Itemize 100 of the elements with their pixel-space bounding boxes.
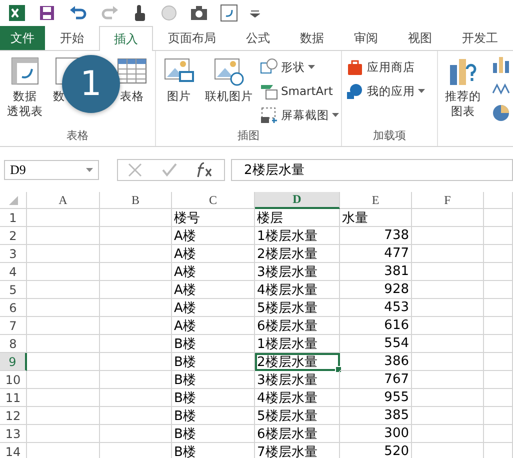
table-cell <box>412 425 484 443</box>
undo-icon <box>68 4 88 22</box>
table-cell <box>412 245 484 263</box>
table-cell: 2楼层水量 <box>255 245 340 263</box>
table-cell: 2楼层水量 <box>255 353 340 371</box>
row-header[interactable]: 13 <box>0 425 27 443</box>
row-header[interactable]: 4 <box>0 263 27 281</box>
table-cell: 3楼层水量 <box>255 263 340 281</box>
table-cell <box>484 425 513 443</box>
table-cell: 7楼层水量 <box>255 443 340 458</box>
column-header[interactable]: F <box>412 192 484 209</box>
table-cell <box>412 335 484 353</box>
table-cell: 300 <box>340 425 412 443</box>
table-cell: A楼 <box>172 245 255 263</box>
table-cell <box>484 389 513 407</box>
row-header[interactable]: 11 <box>0 389 27 407</box>
group-label: 插图 <box>238 128 260 144</box>
row-header[interactable]: 8 <box>0 335 27 353</box>
group-label: 加载项 <box>373 128 406 144</box>
table-cell <box>412 209 484 227</box>
ribbon-command[interactable]: 应用商店 <box>367 60 415 74</box>
row-header[interactable]: 10 <box>0 371 27 389</box>
group-label: 表格 <box>66 128 88 144</box>
table-cell: 4楼层水量 <box>255 281 340 299</box>
circle-icon <box>160 4 178 22</box>
table-cell <box>100 317 172 335</box>
ribbon-command[interactable]: 图片 <box>167 89 191 104</box>
ribbon-command[interactable]: 表格 <box>120 89 144 104</box>
table-cell <box>100 227 172 245</box>
table-cell: 520 <box>340 443 412 458</box>
table-cell: 楼层 <box>255 209 340 227</box>
ribbon-command[interactable]: 推荐的 图表 <box>445 89 481 119</box>
table-cell: 453 <box>340 299 412 317</box>
cancel-icon <box>127 162 143 178</box>
column-header[interactable]: C <box>172 192 255 209</box>
table-cell: 385 <box>340 407 412 425</box>
ribbon-command[interactable]: SmartArt <box>281 84 333 98</box>
camera-icon <box>190 4 208 22</box>
table-cell: 738 <box>340 227 412 245</box>
table-cell <box>484 227 513 245</box>
table-cell <box>484 209 513 227</box>
table-cell: 767 <box>340 371 412 389</box>
table-cell: 955 <box>340 389 412 407</box>
row-header[interactable]: 2 <box>0 227 27 245</box>
table-cell <box>412 281 484 299</box>
screenshot-icon <box>260 106 278 124</box>
table-cell: 616 <box>340 317 412 335</box>
table-cell: A楼 <box>172 281 255 299</box>
table-cell: 水量 <box>340 209 412 227</box>
table-cell <box>100 263 172 281</box>
row-header[interactable]: 7 <box>0 317 27 335</box>
table-cell <box>100 425 172 443</box>
table-cell <box>412 227 484 245</box>
row-header[interactable]: 12 <box>0 407 27 425</box>
ribbon-command[interactable]: 数 <box>53 89 65 104</box>
caret-icon <box>418 89 425 93</box>
formula-field[interactable]: 2楼层水量 <box>231 159 513 181</box>
row-header[interactable]: 1 <box>0 209 27 227</box>
column-header[interactable] <box>484 192 513 209</box>
fill-handle[interactable] <box>335 366 342 373</box>
table-cell: B楼 <box>172 425 255 443</box>
table-cell <box>100 299 172 317</box>
ribbon-command[interactable]: 数据 透视表 <box>7 89 43 119</box>
table-cell: 3楼层水量 <box>255 371 340 389</box>
table-cell: 5楼层水量 <box>255 299 340 317</box>
ribbon-tab[interactable]: 文件 <box>0 26 45 50</box>
ribbon-command[interactable]: 联机图片 <box>205 89 253 104</box>
table-cell <box>484 335 513 353</box>
table-cell: 1楼层水量 <box>255 227 340 245</box>
ribbon-command[interactable]: 形状 <box>281 60 305 74</box>
ribbon-command[interactable]: 屏幕截图 <box>281 108 329 122</box>
ribbon-tab[interactable]: 插入 <box>99 26 153 51</box>
table-cell: B楼 <box>172 371 255 389</box>
column-header[interactable]: A <box>27 192 100 209</box>
table-cell: 6楼层水量 <box>255 317 340 335</box>
table-cell <box>100 281 172 299</box>
table-cell <box>484 245 513 263</box>
table-cell: B楼 <box>172 443 255 458</box>
table-cell <box>100 407 172 425</box>
table-cell: B楼 <box>172 353 255 371</box>
store-icon <box>346 58 364 76</box>
select-all-icon[interactable] <box>8 196 18 204</box>
row-header[interactable]: 3 <box>0 245 27 263</box>
table-cell <box>484 317 513 335</box>
column-header[interactable]: E <box>340 192 412 209</box>
table-cell: 381 <box>340 263 412 281</box>
column-header[interactable]: D <box>255 192 340 209</box>
table-cell <box>100 353 172 371</box>
row-header[interactable]: 5 <box>0 281 27 299</box>
row-header[interactable]: 6 <box>0 299 27 317</box>
table-cell: A楼 <box>172 263 255 281</box>
table-cell <box>100 245 172 263</box>
row-header[interactable]: 9 <box>0 353 27 371</box>
column-header[interactable]: B <box>100 192 172 209</box>
table-cell: A楼 <box>172 227 255 245</box>
redo-icon <box>100 4 120 22</box>
pivot-table-icon <box>9 55 41 87</box>
ribbon-command[interactable]: 我的应用 <box>367 84 415 98</box>
name-box[interactable]: D9 <box>4 160 99 180</box>
save-icon <box>38 4 56 22</box>
